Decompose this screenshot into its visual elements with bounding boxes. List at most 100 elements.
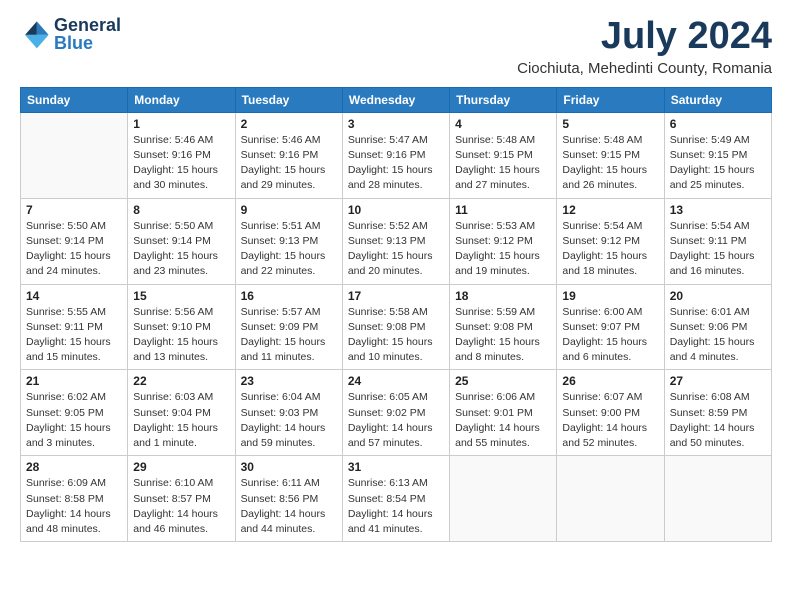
calendar-week-2: 7 Sunrise: 5:50 AM Sunset: 9:14 PM Daylig… <box>21 198 772 284</box>
day-number: 17 <box>348 289 444 303</box>
calendar-week-5: 28 Sunrise: 6:09 AM Sunset: 8:58 PM Dayli… <box>21 456 772 542</box>
calendar-cell: 1 Sunrise: 5:46 AM Sunset: 9:16 PM Daylig… <box>128 112 235 198</box>
day-number: 18 <box>455 289 551 303</box>
day-info: Sunrise: 5:53 AM Sunset: 9:12 PM Dayligh… <box>455 219 551 280</box>
header-cell-wednesday: Wednesday <box>342 87 449 112</box>
logo-text: General Blue <box>54 16 121 52</box>
day-info: Sunrise: 5:46 AM Sunset: 9:16 PM Dayligh… <box>133 133 229 194</box>
day-info: Sunrise: 5:50 AM Sunset: 9:14 PM Dayligh… <box>133 219 229 280</box>
day-info: Sunrise: 5:48 AM Sunset: 9:15 PM Dayligh… <box>562 133 658 194</box>
day-info: Sunrise: 6:13 AM Sunset: 8:54 PM Dayligh… <box>348 476 444 537</box>
logo-general-text: General <box>54 16 121 34</box>
day-number: 26 <box>562 374 658 388</box>
day-number: 9 <box>241 203 337 217</box>
calendar-cell: 3 Sunrise: 5:47 AM Sunset: 9:16 PM Daylig… <box>342 112 449 198</box>
logo: General Blue <box>20 16 121 52</box>
day-info: Sunrise: 5:48 AM Sunset: 9:15 PM Dayligh… <box>455 133 551 194</box>
logo-blue-text: Blue <box>54 34 121 52</box>
day-number: 19 <box>562 289 658 303</box>
day-info: Sunrise: 5:54 AM Sunset: 9:11 PM Dayligh… <box>670 219 766 280</box>
calendar-cell: 25 Sunrise: 6:06 AM Sunset: 9:01 PM Dayli… <box>450 370 557 456</box>
day-info: Sunrise: 6:09 AM Sunset: 8:58 PM Dayligh… <box>26 476 122 537</box>
calendar-body: 1 Sunrise: 5:46 AM Sunset: 9:16 PM Daylig… <box>21 112 772 541</box>
calendar-cell: 10Sunrise: 5:52 AM Sunset: 9:13 PM Dayli… <box>342 198 449 284</box>
day-number: 24 <box>348 374 444 388</box>
day-number: 29 <box>133 460 229 474</box>
day-info: Sunrise: 6:04 AM Sunset: 9:03 PM Dayligh… <box>241 390 337 451</box>
calendar-cell: 20 Sunrise: 6:01 AM Sunset: 9:06 PM Dayli… <box>664 284 771 370</box>
day-info: Sunrise: 5:47 AM Sunset: 9:16 PM Dayligh… <box>348 133 444 194</box>
calendar-cell: 5 Sunrise: 5:48 AM Sunset: 9:15 PM Daylig… <box>557 112 664 198</box>
day-number: 14 <box>26 289 122 303</box>
day-number: 2 <box>241 117 337 131</box>
day-number: 6 <box>670 117 766 131</box>
calendar-cell: 23 Sunrise: 6:04 AM Sunset: 9:03 PM Dayli… <box>235 370 342 456</box>
day-number: 25 <box>455 374 551 388</box>
page: General Blue July 2024 Ciochiuta, Mehedi… <box>0 0 792 612</box>
calendar-cell: 29Sunrise: 6:10 AM Sunset: 8:57 PM Dayli… <box>128 456 235 542</box>
month-title: July 2024 <box>517 16 772 58</box>
day-number: 3 <box>348 117 444 131</box>
calendar-cell: 18Sunrise: 5:59 AM Sunset: 9:08 PM Dayli… <box>450 284 557 370</box>
calendar-cell: 11 Sunrise: 5:53 AM Sunset: 9:12 PM Dayli… <box>450 198 557 284</box>
calendar-cell: 7 Sunrise: 5:50 AM Sunset: 9:14 PM Daylig… <box>21 198 128 284</box>
day-number: 13 <box>670 203 766 217</box>
calendar-cell: 28 Sunrise: 6:09 AM Sunset: 8:58 PM Dayli… <box>21 456 128 542</box>
day-number: 15 <box>133 289 229 303</box>
calendar-cell: 12 Sunrise: 5:54 AM Sunset: 9:12 PM Dayli… <box>557 198 664 284</box>
header-row: SundayMondayTuesdayWednesdayThursdayFrid… <box>21 87 772 112</box>
header-cell-thursday: Thursday <box>450 87 557 112</box>
calendar-cell: 4Sunrise: 5:48 AM Sunset: 9:15 PM Daylig… <box>450 112 557 198</box>
day-number: 11 <box>455 203 551 217</box>
day-info: Sunrise: 6:02 AM Sunset: 9:05 PM Dayligh… <box>26 390 122 451</box>
day-info: Sunrise: 6:01 AM Sunset: 9:06 PM Dayligh… <box>670 305 766 366</box>
calendar-week-3: 14 Sunrise: 5:55 AM Sunset: 9:11 PM Dayli… <box>21 284 772 370</box>
day-info: Sunrise: 5:56 AM Sunset: 9:10 PM Dayligh… <box>133 305 229 366</box>
calendar-cell: 30Sunrise: 6:11 AM Sunset: 8:56 PM Dayli… <box>235 456 342 542</box>
day-number: 20 <box>670 289 766 303</box>
day-info: Sunrise: 6:05 AM Sunset: 9:02 PM Dayligh… <box>348 390 444 451</box>
day-number: 28 <box>26 460 122 474</box>
calendar-cell: 22Sunrise: 6:03 AM Sunset: 9:04 PM Dayli… <box>128 370 235 456</box>
header-cell-sunday: Sunday <box>21 87 128 112</box>
calendar-cell: 26Sunrise: 6:07 AM Sunset: 9:00 PM Dayli… <box>557 370 664 456</box>
day-info: Sunrise: 6:00 AM Sunset: 9:07 PM Dayligh… <box>562 305 658 366</box>
location: Ciochiuta, Mehedinti County, Romania <box>517 60 772 77</box>
day-number: 7 <box>26 203 122 217</box>
header: General Blue July 2024 Ciochiuta, Mehedi… <box>20 16 772 77</box>
day-number: 5 <box>562 117 658 131</box>
day-info: Sunrise: 5:50 AM Sunset: 9:14 PM Dayligh… <box>26 219 122 280</box>
calendar-cell: 19 Sunrise: 6:00 AM Sunset: 9:07 PM Dayli… <box>557 284 664 370</box>
day-info: Sunrise: 5:58 AM Sunset: 9:08 PM Dayligh… <box>348 305 444 366</box>
day-info: Sunrise: 5:57 AM Sunset: 9:09 PM Dayligh… <box>241 305 337 366</box>
day-info: Sunrise: 5:46 AM Sunset: 9:16 PM Dayligh… <box>241 133 337 194</box>
header-cell-friday: Friday <box>557 87 664 112</box>
day-info: Sunrise: 6:03 AM Sunset: 9:04 PM Dayligh… <box>133 390 229 451</box>
day-number: 16 <box>241 289 337 303</box>
day-info: Sunrise: 5:49 AM Sunset: 9:15 PM Dayligh… <box>670 133 766 194</box>
calendar-header: SundayMondayTuesdayWednesdayThursdayFrid… <box>21 87 772 112</box>
day-info: Sunrise: 5:52 AM Sunset: 9:13 PM Dayligh… <box>348 219 444 280</box>
day-info: Sunrise: 5:54 AM Sunset: 9:12 PM Dayligh… <box>562 219 658 280</box>
day-number: 1 <box>133 117 229 131</box>
day-info: Sunrise: 5:55 AM Sunset: 9:11 PM Dayligh… <box>26 305 122 366</box>
calendar-table: SundayMondayTuesdayWednesdayThursdayFrid… <box>20 87 772 542</box>
calendar-cell: 13 Sunrise: 5:54 AM Sunset: 9:11 PM Dayli… <box>664 198 771 284</box>
day-number: 23 <box>241 374 337 388</box>
calendar-cell <box>557 456 664 542</box>
calendar-week-1: 1 Sunrise: 5:46 AM Sunset: 9:16 PM Daylig… <box>21 112 772 198</box>
day-number: 8 <box>133 203 229 217</box>
logo-icon <box>20 18 52 50</box>
calendar-cell: 21 Sunrise: 6:02 AM Sunset: 9:05 PM Dayli… <box>21 370 128 456</box>
day-info: Sunrise: 6:08 AM Sunset: 8:59 PM Dayligh… <box>670 390 766 451</box>
day-number: 21 <box>26 374 122 388</box>
calendar-cell <box>21 112 128 198</box>
day-info: Sunrise: 6:11 AM Sunset: 8:56 PM Dayligh… <box>241 476 337 537</box>
day-info: Sunrise: 5:51 AM Sunset: 9:13 PM Dayligh… <box>241 219 337 280</box>
calendar-cell: 9 Sunrise: 5:51 AM Sunset: 9:13 PM Daylig… <box>235 198 342 284</box>
day-number: 31 <box>348 460 444 474</box>
header-cell-monday: Monday <box>128 87 235 112</box>
day-number: 12 <box>562 203 658 217</box>
calendar-cell: 6 Sunrise: 5:49 AM Sunset: 9:15 PM Daylig… <box>664 112 771 198</box>
day-info: Sunrise: 6:06 AM Sunset: 9:01 PM Dayligh… <box>455 390 551 451</box>
